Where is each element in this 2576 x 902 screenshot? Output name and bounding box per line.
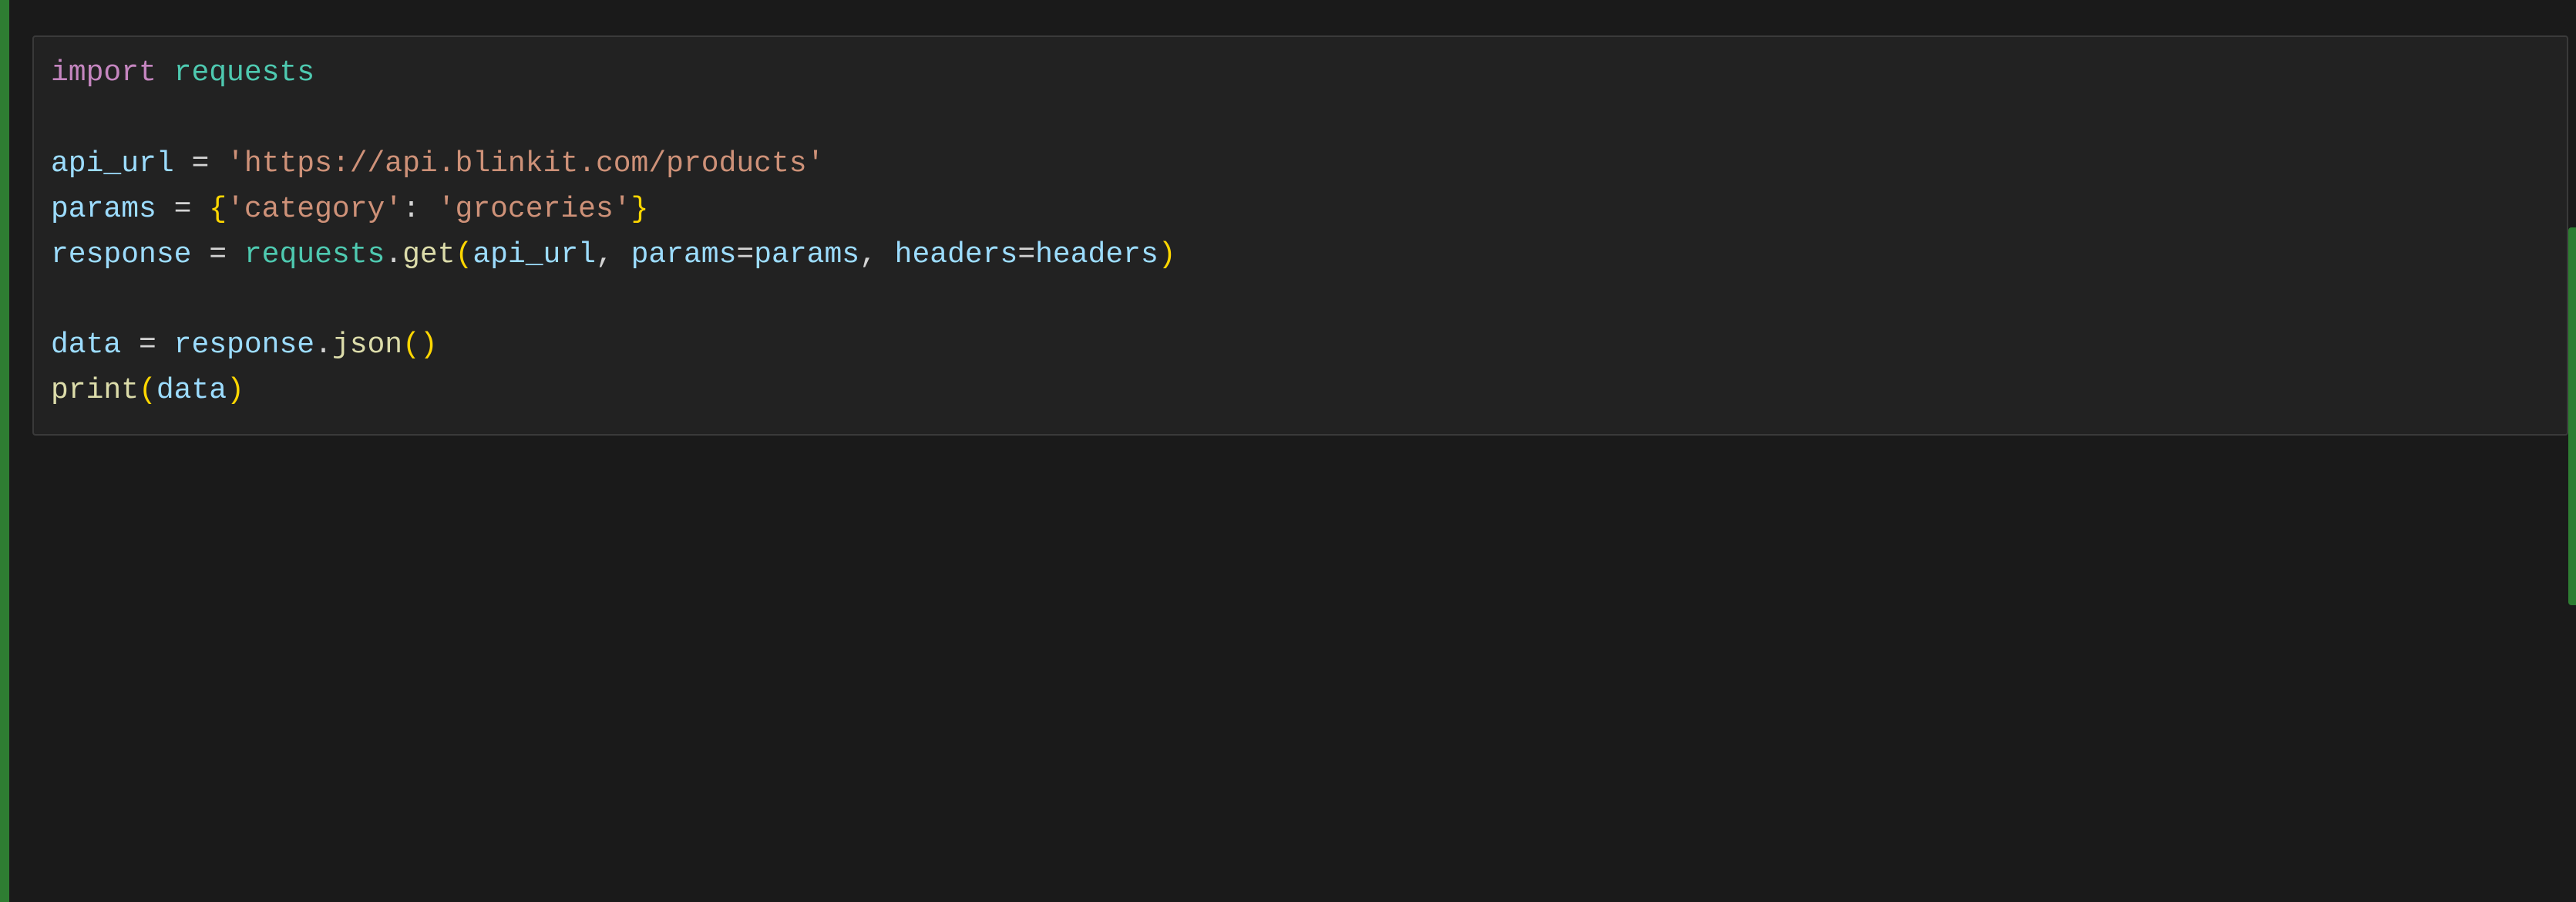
operator-eq: =	[191, 238, 244, 271]
code-line-3: api_url = 'https://api.blinkit.com/produ…	[51, 147, 824, 180]
colon: :	[402, 193, 438, 226]
operator-eq: =	[1017, 238, 1035, 271]
operator-eq: =	[736, 238, 754, 271]
code-content[interactable]: import requests api_url = 'https://api.b…	[32, 35, 2568, 436]
paren-close: )	[227, 374, 244, 407]
fn-print: print	[51, 374, 139, 407]
code-line-5: response = requests.get(api_url, params=…	[51, 238, 1176, 271]
string-url: 'https://api.blinkit.com/products'	[227, 147, 824, 180]
fn-get: get	[402, 238, 455, 271]
code-line-8: print(data)	[51, 374, 244, 407]
arg-data: data	[156, 374, 227, 407]
paren-close: )	[1159, 238, 1176, 271]
var-data: data	[51, 328, 121, 362]
code-editor[interactable]: import requests api_url = 'https://api.b…	[0, 0, 2576, 902]
dict-key: 'category'	[227, 193, 402, 226]
dict-value: 'groceries'	[438, 193, 631, 226]
dot: .	[314, 328, 332, 362]
brace-open: {	[209, 193, 227, 226]
code-line-1: import requests	[51, 56, 314, 89]
operator-eq: =	[174, 147, 227, 180]
paren-open: (	[139, 374, 156, 407]
var-response: response	[51, 238, 191, 271]
kwarg-params: params	[631, 238, 737, 271]
kwarg-val-params: params	[754, 238, 859, 271]
var-params: params	[51, 193, 156, 226]
paren-open: (	[402, 328, 420, 362]
object-requests: requests	[244, 238, 385, 271]
dot: .	[385, 238, 402, 271]
comma: ,	[859, 238, 895, 271]
operator-eq: =	[156, 193, 209, 226]
kwarg-val-headers: headers	[1035, 238, 1159, 271]
code-line-4: params = {'category': 'groceries'}	[51, 193, 648, 226]
keyword-import: import	[51, 56, 156, 89]
var-api-url: api_url	[51, 147, 174, 180]
paren-open: (	[456, 238, 473, 271]
operator-eq: =	[121, 328, 173, 362]
kwarg-headers: headers	[895, 238, 1018, 271]
arg-api-url: api_url	[472, 238, 596, 271]
code-line-7: data = response.json()	[51, 328, 438, 362]
fn-json: json	[332, 328, 402, 362]
object-response: response	[174, 328, 314, 362]
brace-close: }	[631, 193, 649, 226]
paren-close: )	[420, 328, 438, 362]
comma: ,	[596, 238, 631, 271]
module-name: requests	[174, 56, 314, 89]
diff-gutter-right	[2568, 227, 2576, 605]
